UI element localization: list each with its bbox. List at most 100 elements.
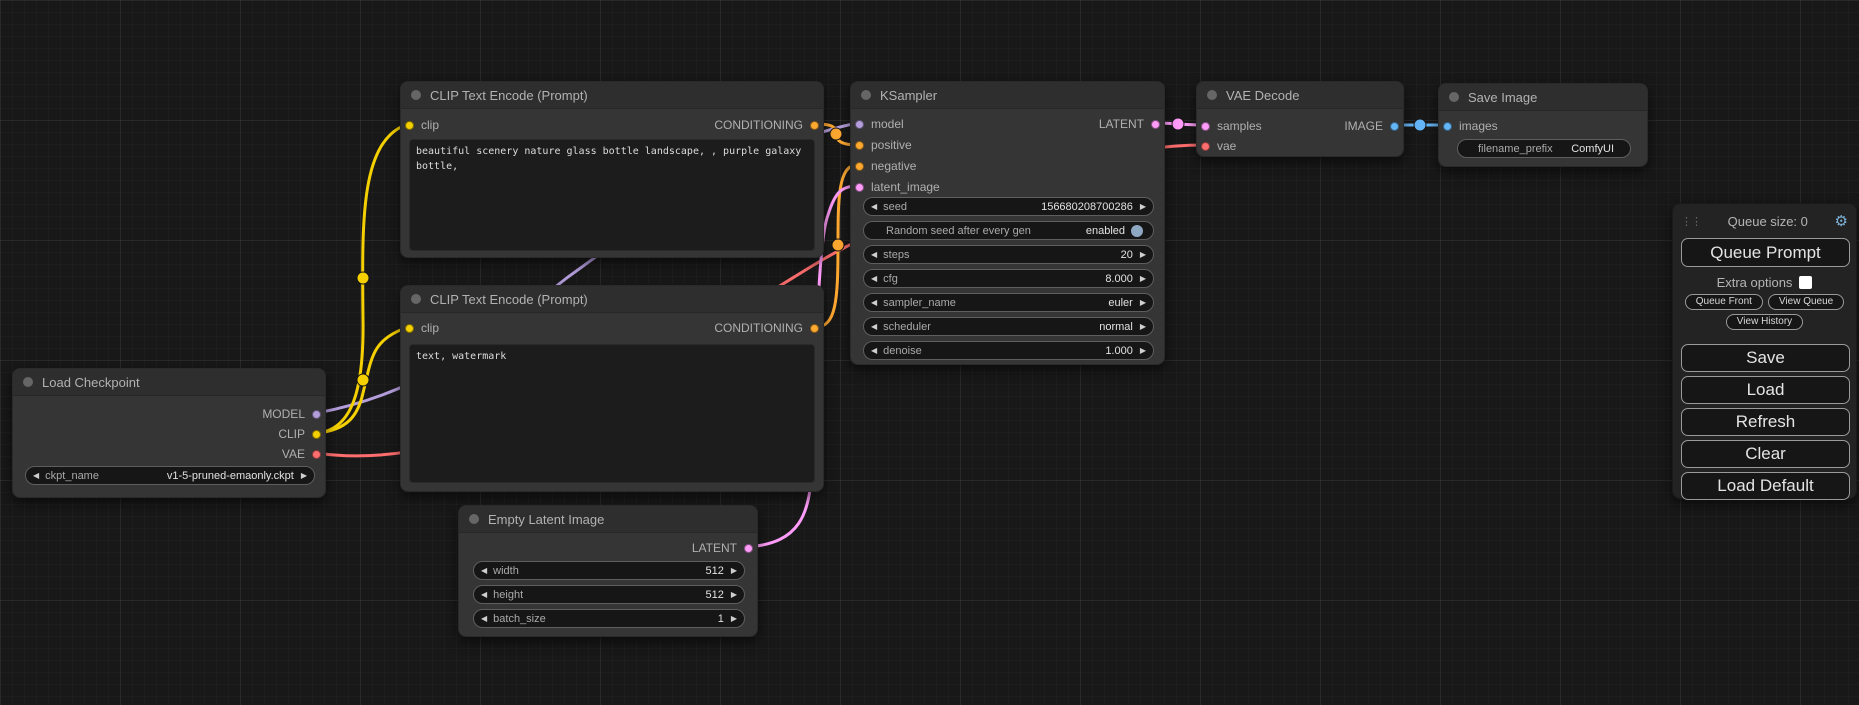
node-title-bar[interactable]: Save Image [1439, 84, 1647, 111]
input-slot-positive[interactable]: positive [855, 137, 912, 153]
input-slot-model[interactable]: model [855, 116, 904, 132]
collapse-dot-icon[interactable] [411, 294, 421, 304]
settings-gear-icon[interactable]: ⚙ [1835, 212, 1848, 230]
decrement-arrow-icon[interactable]: ◀ [481, 615, 487, 623]
node-save-image[interactable]: Save Image images filename_prefix ComfyU… [1438, 83, 1648, 167]
collapse-dot-icon[interactable] [1207, 90, 1217, 100]
steps-widget[interactable]: ◀ steps 20 ▶ [863, 245, 1154, 264]
node-title-bar[interactable]: KSampler [851, 82, 1164, 109]
node-clip-text-encode-negative[interactable]: CLIP Text Encode (Prompt) clip CONDITION… [400, 285, 824, 492]
slot-dot-conditioning[interactable] [855, 141, 864, 150]
link-dot[interactable] [1414, 119, 1426, 131]
collapse-dot-icon[interactable] [861, 90, 871, 100]
decrement-arrow-icon[interactable]: ◀ [871, 323, 877, 331]
slot-dot-clip[interactable] [405, 121, 414, 130]
decrement-arrow-icon[interactable]: ◀ [33, 472, 39, 480]
increment-arrow-icon[interactable]: ▶ [731, 615, 737, 623]
node-title-bar[interactable]: VAE Decode [1197, 82, 1403, 109]
collapse-dot-icon[interactable] [23, 377, 33, 387]
slot-dot-model[interactable] [312, 410, 321, 419]
input-slot-vae[interactable]: vae [1201, 138, 1236, 154]
increment-arrow-icon[interactable]: ▶ [301, 472, 307, 480]
slot-dot-vae[interactable] [1201, 142, 1210, 151]
refresh-button[interactable]: Refresh [1681, 408, 1850, 436]
node-empty-latent-image[interactable]: Empty Latent Image LATENT ◀ width 512 ▶ … [458, 505, 758, 637]
decrement-arrow-icon[interactable]: ◀ [481, 591, 487, 599]
slot-dot-conditioning[interactable] [855, 162, 864, 171]
link-dot[interactable] [830, 128, 842, 140]
filename-prefix-widget[interactable]: filename_prefix ComfyUI [1457, 139, 1631, 158]
node-title-bar[interactable]: Load Checkpoint [13, 369, 325, 396]
decrement-arrow-icon[interactable]: ◀ [871, 347, 877, 355]
load-button[interactable]: Load [1681, 376, 1850, 404]
slot-dot-clip[interactable] [312, 430, 321, 439]
slot-dot-image[interactable] [1390, 122, 1399, 131]
input-slot-clip[interactable]: clip [405, 320, 439, 336]
increment-arrow-icon[interactable]: ▶ [1140, 203, 1146, 211]
queue-front-button[interactable]: Queue Front [1685, 294, 1763, 310]
slot-dot-latent[interactable] [1201, 122, 1210, 131]
batch-size-widget[interactable]: ◀ batch_size 1 ▶ [473, 609, 745, 628]
link-dot[interactable] [357, 272, 369, 284]
height-widget[interactable]: ◀ height 512 ▶ [473, 585, 745, 604]
link-dot[interactable] [1172, 118, 1184, 130]
input-slot-negative[interactable]: negative [855, 158, 916, 174]
node-ksampler[interactable]: KSampler model positive negative latent_… [850, 81, 1165, 365]
decrement-arrow-icon[interactable]: ◀ [871, 299, 877, 307]
slot-dot-latent[interactable] [744, 544, 753, 553]
load-default-button[interactable]: Load Default [1681, 472, 1850, 500]
view-history-button[interactable]: View History [1726, 314, 1803, 330]
increment-arrow-icon[interactable]: ▶ [731, 567, 737, 575]
link-dot[interactable] [357, 374, 369, 386]
increment-arrow-icon[interactable]: ▶ [1140, 323, 1146, 331]
prompt-text-input[interactable]: beautiful scenery nature glass bottle la… [409, 139, 815, 251]
input-slot-images[interactable]: images [1443, 118, 1498, 134]
output-slot-model[interactable]: MODEL [262, 406, 321, 422]
sampler-name-widget[interactable]: ◀ sampler_name euler ▶ [863, 293, 1154, 312]
output-slot-conditioning[interactable]: CONDITIONING [714, 320, 819, 336]
slot-dot-latent[interactable] [1151, 120, 1160, 129]
extra-options-checkbox[interactable] [1799, 276, 1812, 289]
view-queue-button[interactable]: View Queue [1768, 294, 1844, 310]
prompt-text-input[interactable]: text, watermark [409, 344, 815, 483]
input-slot-samples[interactable]: samples [1201, 118, 1262, 134]
collapse-dot-icon[interactable] [1449, 92, 1459, 102]
drag-handle-icon[interactable]: ⋮⋮ [1681, 215, 1701, 228]
decrement-arrow-icon[interactable]: ◀ [871, 251, 877, 259]
queue-prompt-button[interactable]: Queue Prompt [1681, 238, 1850, 267]
decrement-arrow-icon[interactable]: ◀ [481, 567, 487, 575]
node-title-bar[interactable]: CLIP Text Encode (Prompt) [401, 82, 823, 109]
random-seed-toggle-widget[interactable]: Random seed after every gen enabled [863, 221, 1154, 240]
increment-arrow-icon[interactable]: ▶ [1140, 251, 1146, 259]
scheduler-widget[interactable]: ◀ scheduler normal ▶ [863, 317, 1154, 336]
ckpt-name-widget[interactable]: ◀ ckpt_name v1-5-pruned-emaonly.ckpt ▶ [25, 466, 315, 485]
collapse-dot-icon[interactable] [469, 514, 479, 524]
slot-dot-model[interactable] [855, 120, 864, 129]
output-slot-clip[interactable]: CLIP [278, 426, 321, 442]
increment-arrow-icon[interactable]: ▶ [731, 591, 737, 599]
input-slot-clip[interactable]: clip [405, 117, 439, 133]
clear-button[interactable]: Clear [1681, 440, 1850, 468]
output-slot-latent[interactable]: LATENT [1099, 116, 1160, 132]
slot-dot-latent[interactable] [855, 183, 864, 192]
increment-arrow-icon[interactable]: ▶ [1140, 275, 1146, 283]
output-slot-conditioning[interactable]: CONDITIONING [714, 117, 819, 133]
toggle-dot-icon[interactable] [1131, 225, 1143, 237]
input-slot-latent-image[interactable]: latent_image [855, 179, 940, 195]
node-vae-decode[interactable]: VAE Decode samples vae IMAGE [1196, 81, 1404, 157]
denoise-widget[interactable]: ◀ denoise 1.000 ▶ [863, 341, 1154, 360]
output-slot-vae[interactable]: VAE [282, 446, 321, 462]
collapse-dot-icon[interactable] [411, 90, 421, 100]
slot-dot-conditioning[interactable] [810, 121, 819, 130]
width-widget[interactable]: ◀ width 512 ▶ [473, 561, 745, 580]
output-slot-image[interactable]: IMAGE [1344, 118, 1399, 134]
slot-dot-conditioning[interactable] [810, 324, 819, 333]
node-load-checkpoint[interactable]: Load Checkpoint MODEL CLIP VAE ◀ ckpt_na… [12, 368, 326, 498]
decrement-arrow-icon[interactable]: ◀ [871, 203, 877, 211]
decrement-arrow-icon[interactable]: ◀ [871, 275, 877, 283]
save-button[interactable]: Save [1681, 344, 1850, 372]
cfg-widget[interactable]: ◀ cfg 8.000 ▶ [863, 269, 1154, 288]
increment-arrow-icon[interactable]: ▶ [1140, 299, 1146, 307]
link-dot[interactable] [832, 239, 844, 251]
node-title-bar[interactable]: Empty Latent Image [459, 506, 757, 533]
